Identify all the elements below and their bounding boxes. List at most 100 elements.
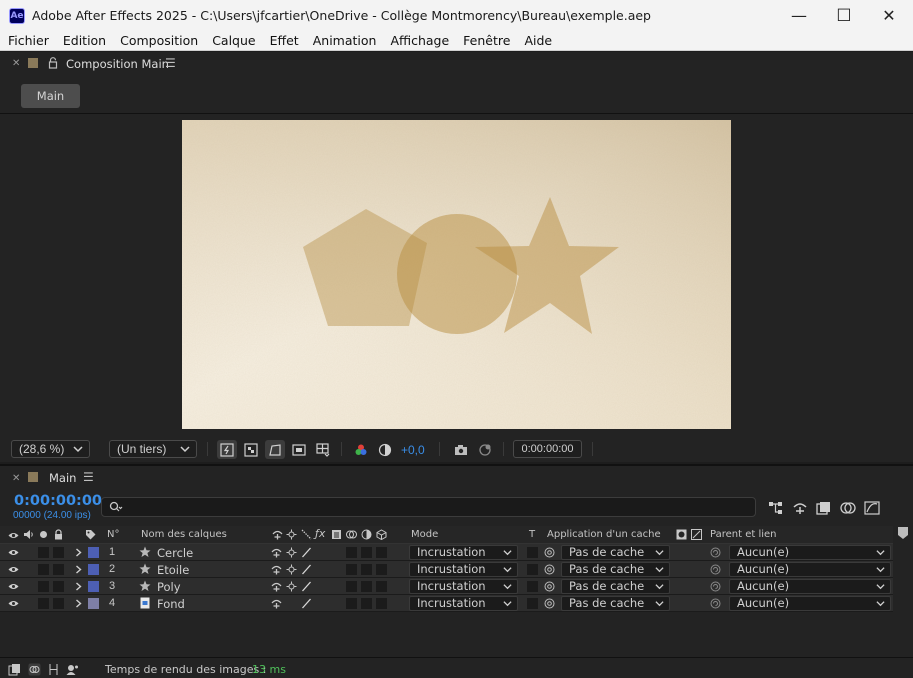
blend-mode-select[interactable]: Incrustation: [409, 596, 518, 611]
preserve-transparency-switch[interactable]: [527, 547, 538, 558]
blend-mode-select[interactable]: Incrustation: [409, 579, 518, 594]
solo-switch[interactable]: [38, 547, 49, 558]
lock-icon[interactable]: [53, 529, 64, 540]
channels-button[interactable]: [351, 440, 371, 459]
menu-affichage[interactable]: Affichage: [383, 33, 456, 48]
layer-row[interactable]: 4 Fond Incrustation Pas de cache Aucun(e…: [0, 595, 893, 612]
collapse-transform-icon[interactable]: [286, 547, 297, 558]
matte-pickwhip-icon[interactable]: [544, 581, 555, 592]
in-out-duration-toggle-icon[interactable]: [47, 663, 60, 676]
quality-switch-icon[interactable]: [301, 598, 312, 609]
panel-menu-icon[interactable]: ☰: [83, 470, 94, 484]
adjustment-layer-switch[interactable]: [361, 598, 372, 609]
motion-blur-switch[interactable]: [346, 581, 357, 592]
layer-label-color[interactable]: [88, 564, 99, 575]
close-panel-icon[interactable]: ✕: [12, 58, 20, 69]
mask-visibility-button[interactable]: [265, 440, 285, 459]
preserve-transparency-header[interactable]: T: [529, 529, 535, 540]
3d-layer-switch[interactable]: [376, 564, 387, 575]
preserve-transparency-switch[interactable]: [527, 564, 538, 575]
adjustment-layer-switch[interactable]: [361, 581, 372, 592]
composition-canvas-image[interactable]: [182, 120, 731, 429]
layer-name[interactable]: Poly: [157, 580, 181, 594]
motion-blur-switch[interactable]: [346, 564, 357, 575]
solo-switch[interactable]: [38, 564, 49, 575]
chevron-right-icon[interactable]: [75, 582, 82, 591]
parent-select[interactable]: Aucun(e): [729, 562, 891, 577]
menu-animation[interactable]: Animation: [306, 33, 384, 48]
composition-mini-flowchart-button[interactable]: [767, 499, 785, 517]
solo-icon[interactable]: [38, 529, 49, 540]
preserve-transparency-switch[interactable]: [527, 598, 538, 609]
composition-viewer[interactable]: [0, 115, 913, 437]
lock-switch[interactable]: [53, 547, 64, 558]
layer-name-header[interactable]: Nom des calques: [141, 529, 227, 540]
quality-switch-icon[interactable]: [301, 564, 312, 575]
mode-header[interactable]: Mode: [411, 529, 438, 540]
layer-label-color[interactable]: [88, 598, 99, 609]
matte-pickwhip-icon[interactable]: [544, 564, 555, 575]
motion-blur-switch[interactable]: [346, 598, 357, 609]
3d-layer-switch[interactable]: [376, 547, 387, 558]
track-matte-select[interactable]: Pas de cache: [561, 579, 670, 594]
parent-select[interactable]: Aucun(e): [729, 579, 891, 594]
chevron-right-icon[interactable]: [75, 565, 82, 574]
composition-tab[interactable]: ✕ Composition Main ☰: [0, 52, 913, 76]
3d-layer-switch[interactable]: [376, 581, 387, 592]
minimize-button[interactable]: —: [776, 0, 822, 31]
shy-switch-icon[interactable]: [271, 547, 282, 558]
parent-pickwhip-icon[interactable]: [710, 547, 721, 558]
panel-menu-icon[interactable]: ☰: [165, 56, 176, 70]
grid-guides-button[interactable]: [313, 440, 333, 459]
eye-icon[interactable]: [8, 566, 19, 573]
label-tag-icon[interactable]: [85, 529, 96, 540]
frame-blending-button[interactable]: [815, 499, 833, 517]
solo-switch[interactable]: [38, 598, 49, 609]
layer-row[interactable]: 3 Poly Incrustation Pas de cache Aucun(e…: [0, 578, 893, 595]
track-matte-select[interactable]: Pas de cache: [561, 596, 670, 611]
close-button[interactable]: ✕: [866, 0, 912, 31]
lock-icon[interactable]: [48, 57, 58, 69]
menu-fichier[interactable]: Fichier: [0, 33, 56, 48]
parent-pickwhip-icon[interactable]: [710, 581, 721, 592]
solo-switch[interactable]: [38, 581, 49, 592]
audio-icon[interactable]: [23, 529, 34, 540]
transparency-grid-button[interactable]: [241, 440, 261, 459]
parent-link-header[interactable]: Parent et lien: [710, 529, 777, 540]
lock-switch[interactable]: [53, 564, 64, 575]
eye-icon[interactable]: [8, 583, 19, 590]
fast-previews-button[interactable]: [217, 440, 237, 459]
menu-fenetre[interactable]: Fenêtre: [456, 33, 517, 48]
show-snapshot-button[interactable]: [475, 440, 495, 459]
track-matte-header[interactable]: Application d'un cache: [547, 529, 661, 540]
layer-name[interactable]: Cercle: [157, 546, 193, 560]
resolution-select[interactable]: (Un tiers): [109, 440, 197, 458]
layer-number-header[interactable]: N°: [107, 529, 119, 540]
parent-select[interactable]: Aucun(e): [729, 545, 891, 560]
close-panel-icon[interactable]: ✕: [12, 473, 20, 484]
quality-switch-icon[interactable]: [301, 547, 312, 558]
motion-blur-button[interactable]: [839, 499, 857, 517]
hide-shy-layers-button[interactable]: [791, 499, 809, 517]
blend-mode-select[interactable]: Incrustation: [409, 562, 518, 577]
comp-flowchart-button[interactable]: Main: [21, 84, 80, 108]
matte-pickwhip-icon[interactable]: [544, 547, 555, 558]
graph-editor-button[interactable]: [863, 499, 881, 517]
eye-icon[interactable]: [8, 600, 19, 607]
parent-pickwhip-icon[interactable]: [710, 564, 721, 575]
layer-label-color[interactable]: [88, 581, 99, 592]
shy-switch-icon[interactable]: [271, 581, 282, 592]
menu-composition[interactable]: Composition: [113, 33, 205, 48]
chevron-right-icon[interactable]: [75, 548, 82, 557]
chevron-right-icon[interactable]: [75, 599, 82, 608]
layer-name[interactable]: Fond: [157, 597, 185, 611]
lock-switch[interactable]: [53, 598, 64, 609]
video-visibility-icon[interactable]: [8, 530, 19, 541]
preserve-transparency-switch[interactable]: [527, 581, 538, 592]
layer-row[interactable]: 1 Cercle Incrustation Pas de cache Aucun…: [0, 544, 893, 561]
blend-mode-select[interactable]: Incrustation: [409, 545, 518, 560]
timeline-tab[interactable]: ✕ Main ☰: [0, 466, 913, 490]
3d-layer-switch[interactable]: [376, 598, 387, 609]
layer-row[interactable]: 2 Etoile Incrustation Pas de cache Aucun…: [0, 561, 893, 578]
collapse-transform-icon[interactable]: [286, 581, 297, 592]
